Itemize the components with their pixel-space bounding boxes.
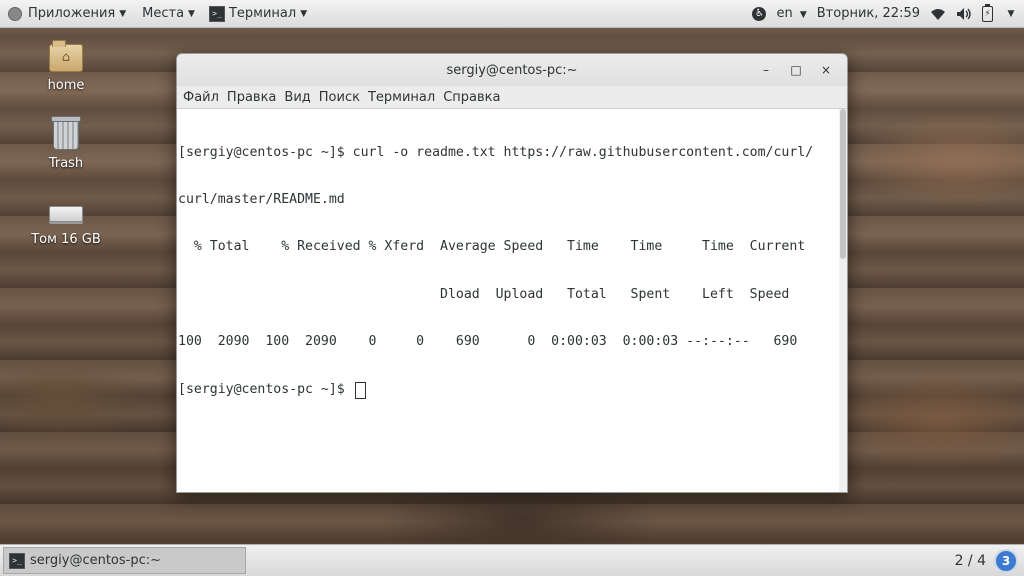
prompt-line: [sergiy@centos-pc ~]$ xyxy=(178,381,837,399)
scrollbar[interactable] xyxy=(839,109,847,492)
workspace-switcher[interactable]: 2 / 4 xyxy=(955,553,986,569)
places-menu[interactable]: Места ▼ xyxy=(134,0,203,27)
window-title: sergiy@centos-pc:~ xyxy=(446,62,578,78)
menu-search[interactable]: Поиск xyxy=(315,90,364,105)
system-tray: ♿ en ▼ Вторник, 22:59 ▼ xyxy=(747,0,1024,27)
applications-menu[interactable]: Приложения ▼ xyxy=(0,0,134,27)
terminal-output: [sergiy@centos-pc ~]$ curl -o readme.txt… xyxy=(177,109,847,430)
terminal-area[interactable]: [sergiy@centos-pc ~]$ curl -o readme.txt… xyxy=(177,109,847,492)
chevron-down-icon: ▼ xyxy=(300,8,308,19)
menu-help[interactable]: Справка xyxy=(439,90,504,105)
volume-icon[interactable] xyxy=(956,6,972,22)
minimize-button[interactable]: – xyxy=(751,63,781,77)
drive-icon xyxy=(49,206,83,222)
desktop-icon-label: Trash xyxy=(48,156,84,171)
taskbar-label: sergiy@centos-pc:~ xyxy=(30,553,162,568)
desktop-icon-label: home xyxy=(47,78,85,93)
terminal-line: [sergiy@centos-pc ~]$ curl -o readme.txt… xyxy=(178,144,814,160)
notifications-badge[interactable]: 3 xyxy=(994,548,1018,573)
desktop-icon-trash[interactable]: Trash xyxy=(16,116,116,171)
top-panel: Приложения ▼ Места ▼ >_ Терминал ▼ ♿ en … xyxy=(0,0,1024,28)
terminal-line: % Total % Received % Xferd Average Speed… xyxy=(178,239,806,255)
desktop-icon-volume[interactable]: Том 16 GB xyxy=(16,196,116,247)
terminal-line: Dload Upload Total Spent Left Speed xyxy=(178,286,790,302)
menu-terminal[interactable]: Терминал xyxy=(364,90,439,105)
home-folder-icon: ⌂ xyxy=(49,40,83,72)
terminal-icon: >_ xyxy=(9,552,25,569)
desktop-icon-home[interactable]: ⌂ home xyxy=(16,40,116,93)
close-button[interactable]: × xyxy=(811,63,841,77)
applications-icon xyxy=(8,6,22,21)
accessibility-icon[interactable]: ♿ xyxy=(752,6,767,21)
active-app-label: Терминал xyxy=(228,6,297,21)
scrollbar-thumb[interactable] xyxy=(840,109,846,259)
desktop-icon-label: Том 16 GB xyxy=(31,232,101,247)
text-cursor xyxy=(354,381,366,399)
power-menu-icon[interactable]: ▼ xyxy=(1003,6,1019,22)
applications-label: Приложения xyxy=(28,6,116,21)
chevron-down-icon: ▼ xyxy=(188,8,195,19)
places-label: Места xyxy=(142,6,185,21)
maximize-button[interactable]: □ xyxy=(781,63,811,77)
active-app-menu[interactable]: >_ Терминал ▼ xyxy=(203,1,315,26)
trash-icon xyxy=(51,116,81,150)
window-controls: – □ × xyxy=(751,54,841,86)
menu-view[interactable]: Вид xyxy=(280,90,314,105)
chevron-down-icon: ▼ xyxy=(799,10,807,20)
language-label: en xyxy=(776,6,793,21)
menu-file[interactable]: Файл xyxy=(179,90,223,105)
menu-edit[interactable]: Правка xyxy=(223,90,280,105)
terminal-window: sergiy@centos-pc:~ – □ × Файл Правка Вид… xyxy=(176,53,848,493)
language-indicator[interactable]: en ▼ xyxy=(776,6,806,21)
clock[interactable]: Вторник, 22:59 xyxy=(817,6,920,21)
taskbar-button-terminal[interactable]: >_ sergiy@centos-pc:~ xyxy=(3,547,246,574)
terminal-line: 100 2090 100 2090 0 0 690 0 0:00:03 0:00… xyxy=(178,334,798,350)
chevron-down-icon: ▼ xyxy=(119,8,127,19)
terminal-line: curl/master/README.md xyxy=(178,191,345,207)
wifi-icon[interactable] xyxy=(930,6,946,22)
terminal-icon: >_ xyxy=(208,5,225,22)
menubar: Файл Правка Вид Поиск Терминал Справка xyxy=(177,86,847,109)
battery-icon[interactable] xyxy=(982,3,993,22)
bottom-panel: >_ sergiy@centos-pc:~ 2 / 4 3 xyxy=(0,544,1024,576)
window-titlebar[interactable]: sergiy@centos-pc:~ – □ × xyxy=(177,54,847,86)
terminal-prompt: [sergiy@centos-pc ~]$ xyxy=(178,381,353,397)
